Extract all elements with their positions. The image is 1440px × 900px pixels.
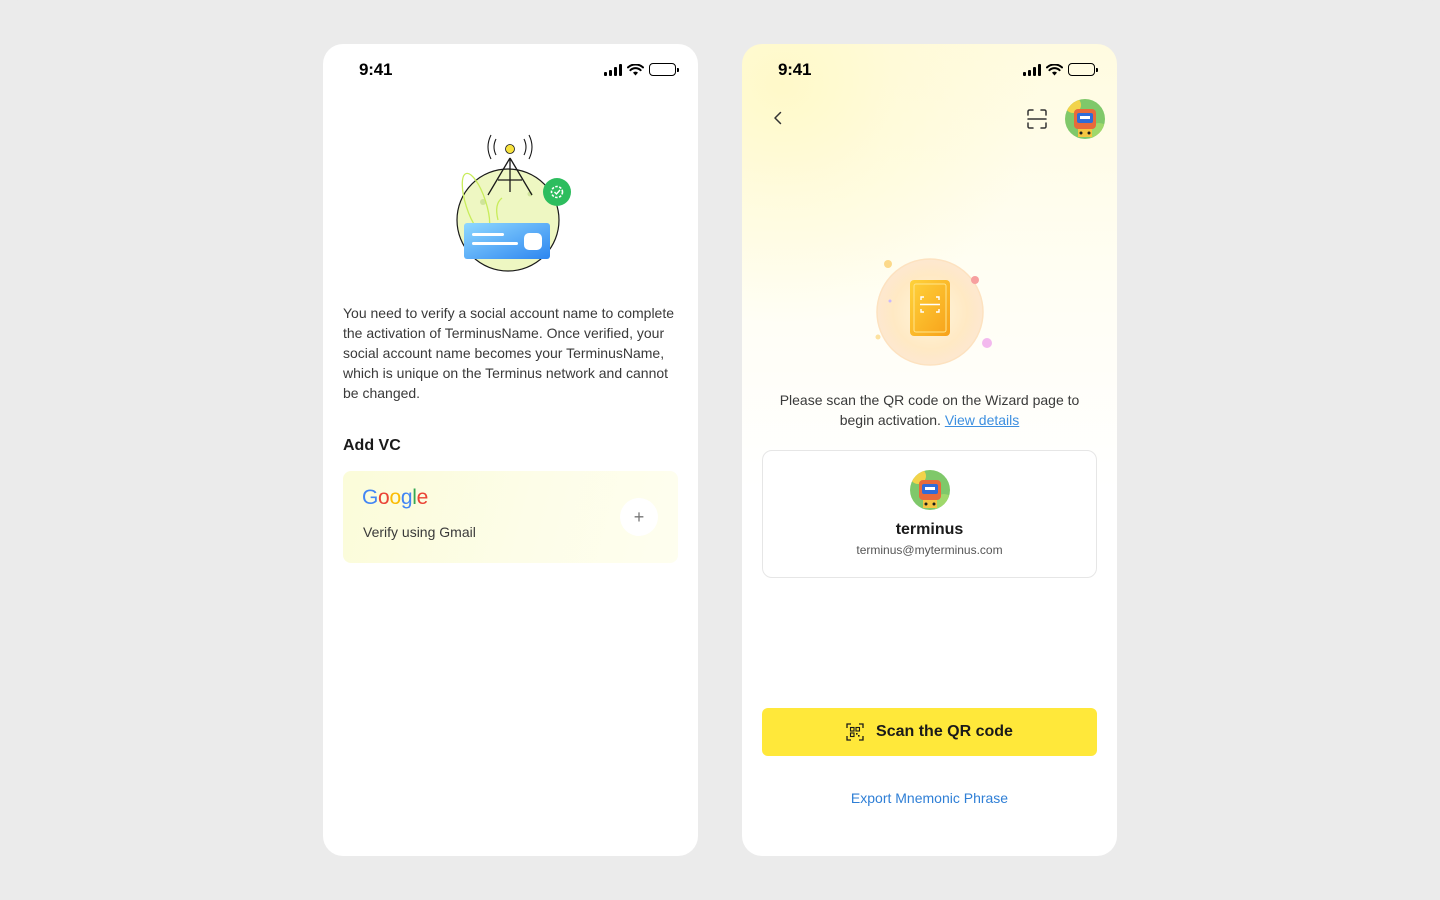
- back-button[interactable]: [768, 108, 788, 128]
- cellular-signal-icon: [604, 63, 622, 76]
- wifi-icon: [627, 63, 644, 75]
- wifi-icon: [1046, 63, 1063, 75]
- chevron-left-icon: [774, 111, 782, 125]
- battery-icon: [649, 63, 679, 76]
- scan-qr-button[interactable]: Scan the QR code: [762, 708, 1097, 756]
- add-vc-button[interactable]: +: [620, 498, 658, 536]
- scan-qr-label: Scan the QR code: [876, 723, 1013, 740]
- battery-icon: [1068, 63, 1098, 76]
- scan-hint: Please scan the QR code on the Wizard pa…: [779, 392, 1080, 428]
- google-vc-card[interactable]: Google Verify using Gmail +: [343, 471, 678, 563]
- qr-code-icon: [846, 723, 864, 741]
- status-icons: [604, 63, 679, 76]
- scan-activation-screen: 9:41 Please scan the QR code on the Wiza…: [742, 44, 1117, 856]
- verification-illustration: [456, 134, 571, 272]
- plus-icon: +: [633, 507, 645, 527]
- status-bar: 9:41: [742, 44, 1117, 96]
- user-name: terminus: [895, 521, 964, 538]
- status-bar: 9:41: [323, 44, 698, 96]
- user-email: terminus@myterminus.com: [856, 543, 1003, 557]
- status-time: 9:41: [359, 60, 393, 79]
- status-time: 9:41: [778, 60, 812, 79]
- user-avatar: [910, 470, 950, 510]
- user-card: terminus terminus@myterminus.com: [762, 450, 1097, 578]
- view-details-link[interactable]: View details: [945, 412, 1019, 428]
- google-logo: Google: [362, 486, 428, 509]
- intro-text: You need to verify a social account name…: [343, 305, 675, 401]
- status-icons: [1023, 63, 1098, 76]
- cellular-signal-icon: [1023, 63, 1041, 76]
- canvas: 9:41 You need to verify a social account…: [0, 0, 1440, 900]
- export-mnemonic-link[interactable]: Export Mnemonic Phrase: [742, 790, 1117, 806]
- qr-scan-illustration: [875, 258, 992, 366]
- vc-label: Verify using Gmail: [363, 524, 476, 540]
- scan-icon[interactable]: [1026, 108, 1048, 130]
- avatar[interactable]: [1065, 99, 1105, 139]
- section-title: Add VC: [343, 437, 401, 454]
- verify-social-screen: 9:41 You need to verify a social account…: [323, 44, 698, 856]
